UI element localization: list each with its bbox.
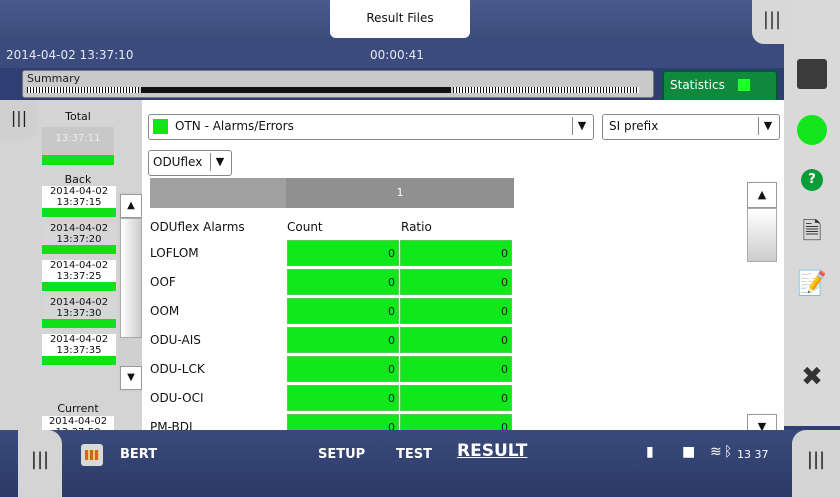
alarm-ratio-cell: 0 xyxy=(400,327,512,353)
back-label: Back xyxy=(64,173,92,186)
chevron-down-icon: ▼ xyxy=(572,117,591,135)
history-status-bar xyxy=(42,282,116,291)
scroll-up-icon[interactable]: ▲ xyxy=(747,182,777,208)
summary-ticks-right xyxy=(453,87,639,93)
column-header-alarms: ODUflex Alarms xyxy=(150,220,245,234)
clock: 13 37 xyxy=(737,448,769,461)
alarm-row-label: LOFLOM xyxy=(150,246,199,260)
alarm-count-cell: 0 xyxy=(287,385,399,411)
summary-timeline xyxy=(141,87,451,93)
prefix-select[interactable]: SI prefix ▼ xyxy=(602,114,780,140)
statistics-label: Statistics xyxy=(670,78,725,92)
edit-document-icon[interactable]: 📝 xyxy=(797,269,827,299)
menu-handle-left-icon[interactable]: ||| xyxy=(0,100,38,140)
report-icon[interactable]: 🗎 xyxy=(797,214,827,245)
statistics-led-icon xyxy=(738,79,750,91)
column-header-ratio: Ratio xyxy=(401,220,432,234)
history-item[interactable]: 2014-04-02 13:37:20 xyxy=(42,223,116,254)
menu-handle-bottom-left-icon[interactable]: ||| xyxy=(18,430,62,497)
total-status-bar xyxy=(42,155,114,165)
alarm-count-cell: 0 xyxy=(287,327,399,353)
app-name[interactable]: BERT xyxy=(120,447,157,462)
alarm-row-label: OOF xyxy=(150,275,176,289)
tools-icon[interactable]: ✖ xyxy=(797,362,827,392)
alarm-count-cell: 0 xyxy=(287,269,399,295)
battery-icon: ▮ xyxy=(646,444,654,460)
total-time: 13:37:11 xyxy=(55,133,101,144)
summary-ticks-left xyxy=(27,87,139,93)
tab-result[interactable]: RESULT xyxy=(457,441,527,461)
history-item[interactable]: 2014-04-02 13:37:30 xyxy=(42,297,116,328)
right-panel-top xyxy=(784,0,840,44)
alarm-row-label: ODU-OCI xyxy=(150,391,204,405)
chevron-down-icon: ▼ xyxy=(210,153,229,171)
tab-test[interactable]: TEST xyxy=(396,447,432,462)
result-files-tab[interactable]: Result Files xyxy=(330,0,470,38)
tab-setup[interactable]: SETUP xyxy=(318,447,365,462)
alarm-ratio-cell: 0 xyxy=(400,269,512,295)
chevron-down-icon: ▼ xyxy=(758,117,777,135)
history-item[interactable]: 2014-04-02 13:37:25 xyxy=(42,260,116,291)
stop-square-icon[interactable] xyxy=(797,59,827,89)
elapsed-time: 00:00:41 xyxy=(370,48,424,62)
wifi-icon: ≋ xyxy=(710,444,722,460)
alarm-row-label: OOM xyxy=(150,304,180,318)
total-label: Total xyxy=(65,110,91,123)
scroll-up-icon[interactable]: ▲ xyxy=(120,194,142,218)
history-status-bar xyxy=(42,356,116,365)
summary-label: Summary xyxy=(27,72,81,85)
view-select[interactable]: OTN - Alarms/Errors ▼ xyxy=(148,114,594,140)
history-list: 2014-04-02 13:37:15 2014-04-02 13:37:20 20… xyxy=(40,186,118,365)
statistics-button[interactable]: Statistics xyxy=(662,70,778,102)
alarm-row-label: ODU-AIS xyxy=(150,333,201,347)
alarm-ratio-cell: 0 xyxy=(400,298,512,324)
alarm-count-cell: 0 xyxy=(287,240,399,266)
alarm-count-cell: 0 xyxy=(287,298,399,324)
timestamp: 2014-04-02 13:37:10 xyxy=(6,48,134,62)
help-icon[interactable]: ? xyxy=(801,169,823,191)
summary-bar[interactable]: Summary xyxy=(22,70,654,98)
info-bar: 2014-04-02 13:37:10 00:00:41 xyxy=(0,44,790,68)
table-column-number: 1 xyxy=(286,178,514,208)
scroll-down-icon[interactable]: ▼ xyxy=(120,366,142,390)
bottom-bar xyxy=(0,430,840,497)
current-label: Current xyxy=(57,402,99,415)
history-scroll-thumb[interactable] xyxy=(120,218,142,338)
menu-handle-top-icon[interactable]: ||| xyxy=(752,0,792,44)
history-status-bar xyxy=(42,245,116,254)
alarm-row-label: ODU-LCK xyxy=(150,362,205,376)
history-status-bar xyxy=(42,319,116,328)
history-item[interactable]: 2014-04-02 13:37:15 xyxy=(42,186,116,217)
alarm-ratio-cell: 0 xyxy=(400,356,512,382)
table-header-blank xyxy=(514,178,744,210)
table-scroll-thumb[interactable] xyxy=(747,208,777,262)
status-led-icon[interactable] xyxy=(797,115,827,145)
history-item[interactable]: 2014-04-02 13:37:35 xyxy=(42,334,116,365)
alarm-ratio-cell: 0 xyxy=(400,385,512,411)
bluetooth-icon: ᛒ xyxy=(724,444,733,460)
column-header-count: Count xyxy=(287,220,323,234)
camera-icon: ■ xyxy=(682,444,696,460)
alarm-count-cell: 0 xyxy=(287,356,399,382)
menu-handle-bottom-right-icon[interactable]: ||| xyxy=(792,430,840,497)
right-side-panel: ? 🗎 📝 ✖ xyxy=(784,44,840,426)
layer-select[interactable]: ODUflex ▼ xyxy=(148,150,232,176)
status-led-icon xyxy=(153,119,168,134)
alarm-ratio-cell: 0 xyxy=(400,240,512,266)
bert-pattern-icon xyxy=(85,450,99,460)
history-status-bar xyxy=(42,208,116,217)
